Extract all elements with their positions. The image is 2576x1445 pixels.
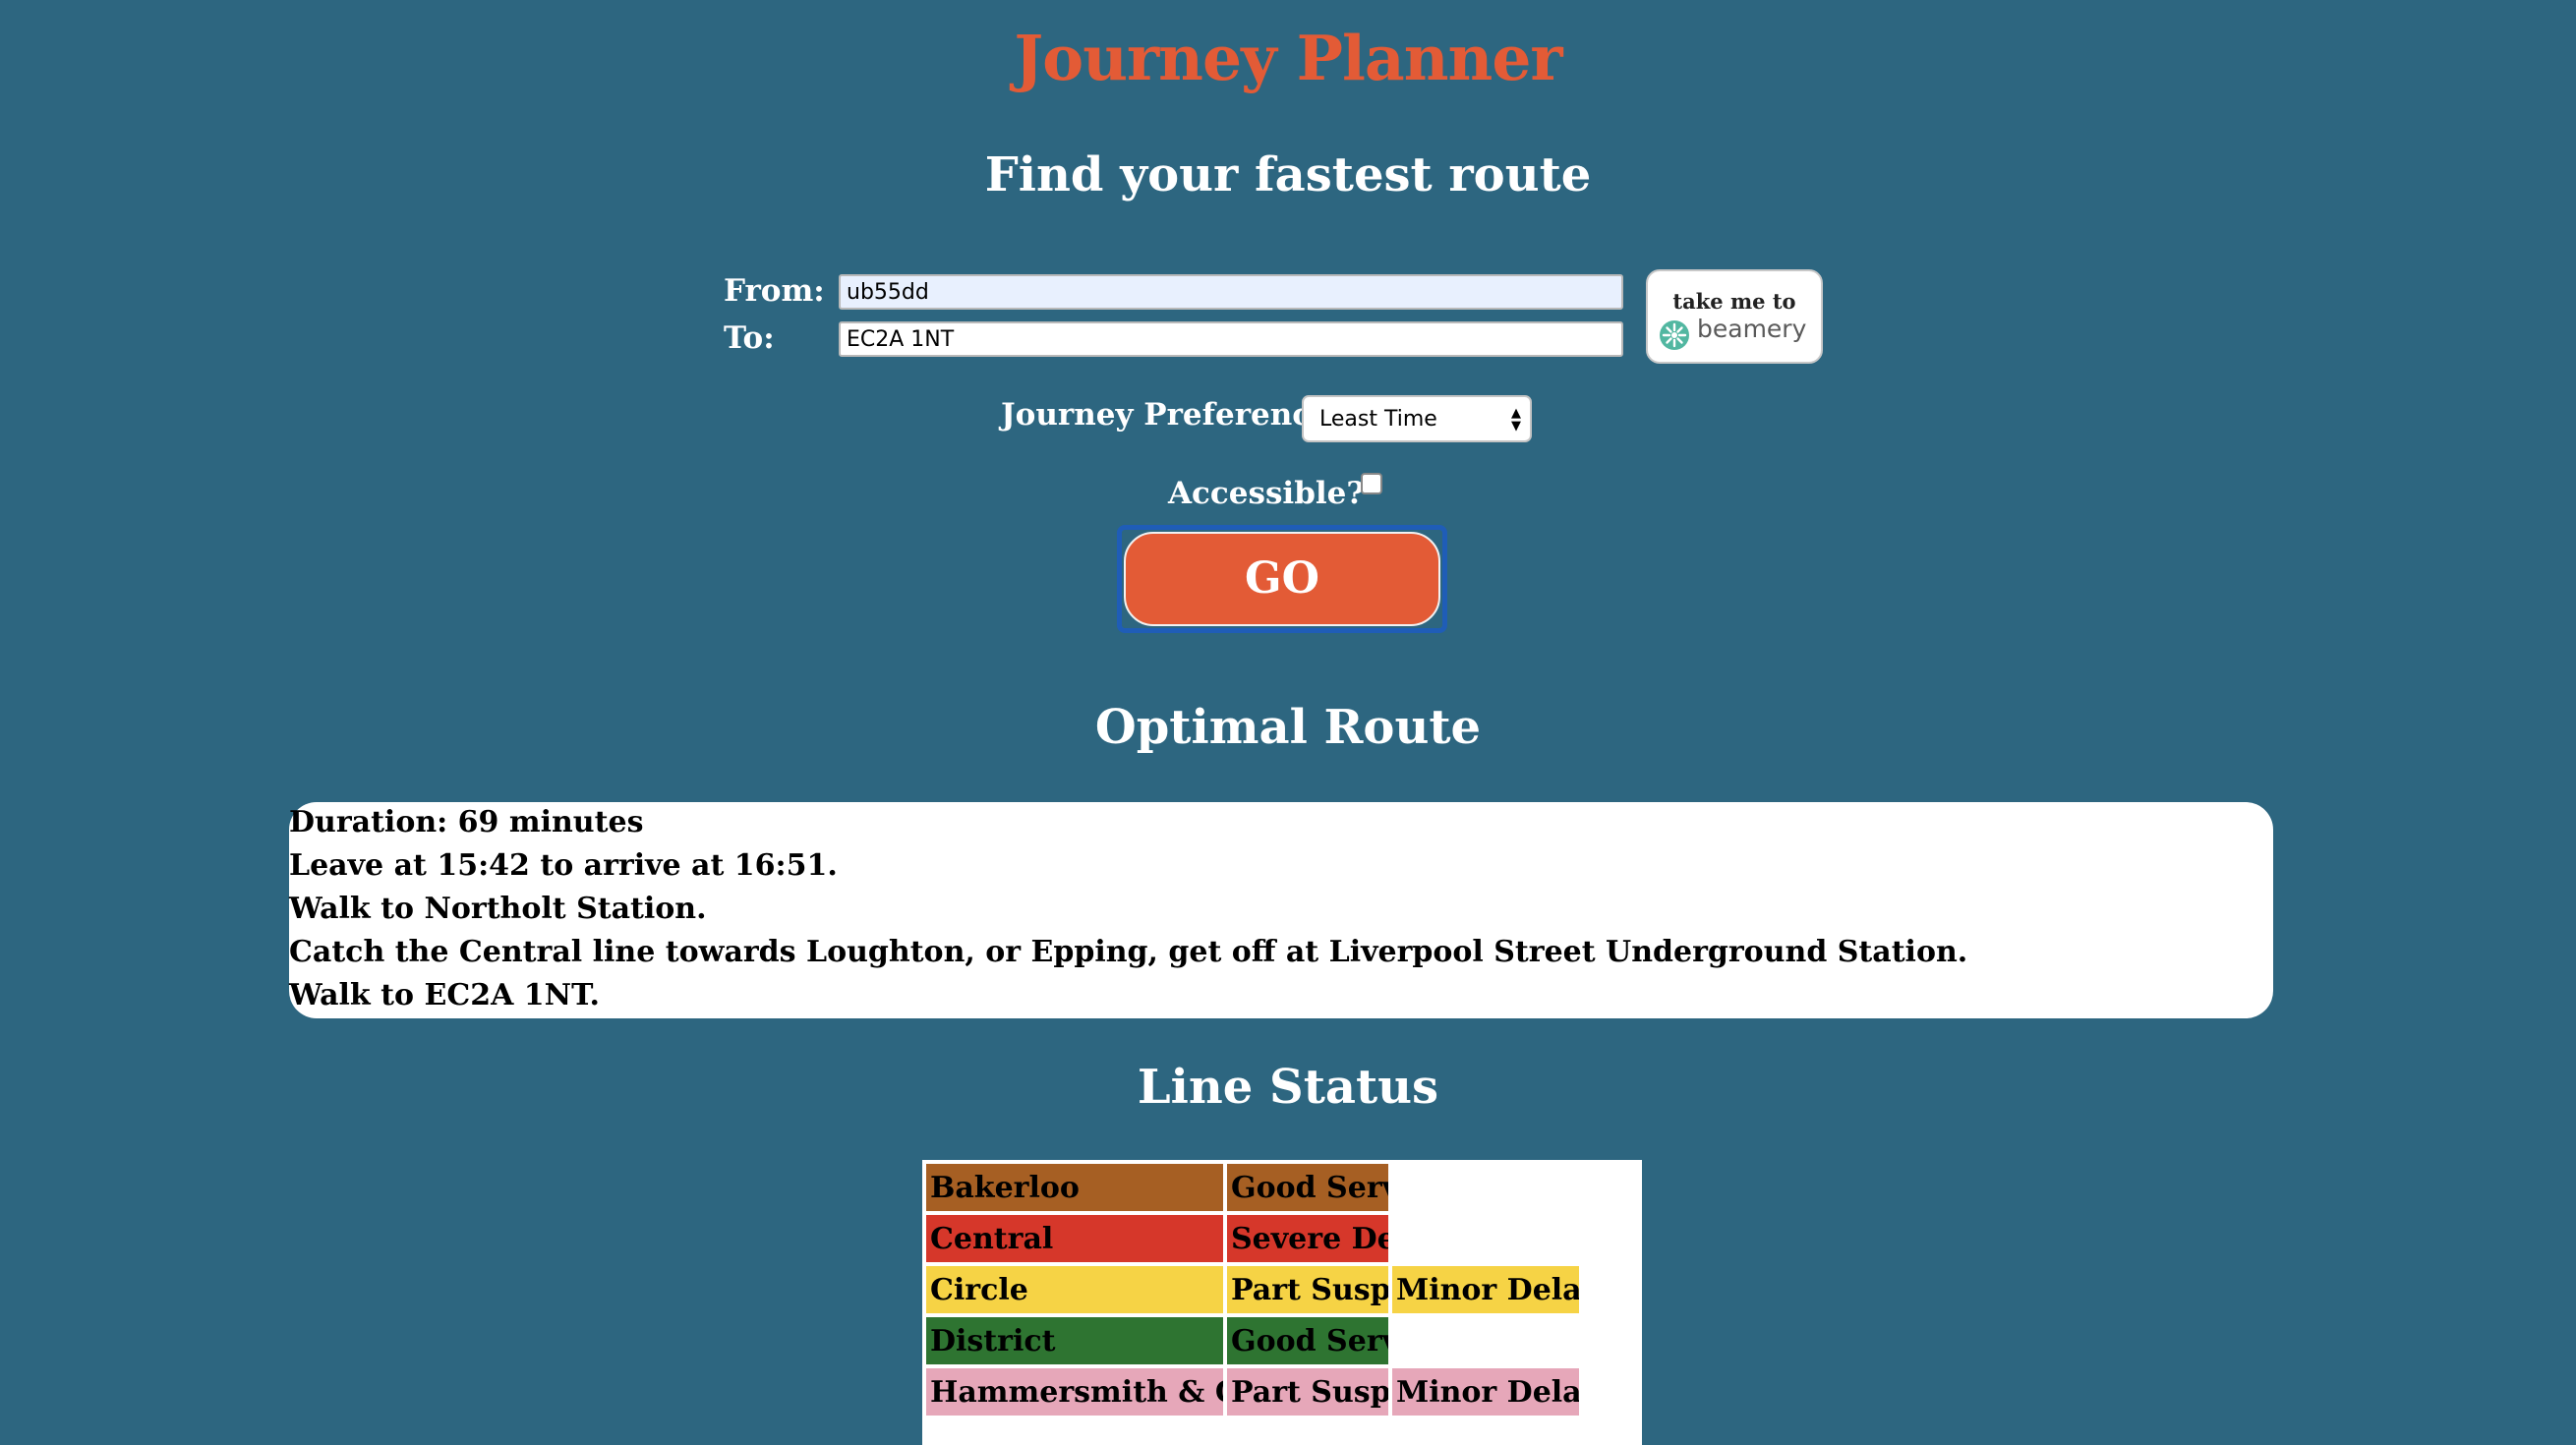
- line-status-table: Bakerloo Good Service Central Severe Del…: [922, 1160, 1642, 1445]
- beamery-wordmark: beamery: [1697, 315, 1807, 343]
- line-name-cell: Central: [926, 1215, 1223, 1262]
- route-step: Walk to EC2A 1NT.: [289, 978, 600, 1012]
- optimal-route-title: Optimal Route: [1094, 700, 1482, 755]
- line-name-cell: Hammersmith & City: [926, 1368, 1223, 1416]
- beamery-button-label: take me to: [1672, 289, 1796, 314]
- to-label: To:: [724, 320, 775, 356]
- line-name-cell: Bakerloo: [926, 1164, 1223, 1211]
- accessible-label: Accessible?: [1168, 476, 1365, 511]
- journey-preference-value: Least Time: [1319, 407, 1437, 432]
- accessible-checkbox[interactable]: [1361, 473, 1382, 494]
- route-times: Leave at 15:42 to arrive at 16:51.: [289, 848, 838, 883]
- line-status-cell: Part Suspended: [1227, 1266, 1388, 1313]
- from-input[interactable]: [839, 274, 1623, 310]
- page-title: Journey Planner: [1014, 22, 1562, 94]
- from-label: From:: [724, 273, 825, 309]
- line-extra-status-cell: Minor Delays: [1392, 1368, 1579, 1416]
- beamery-logo-icon: [1660, 320, 1689, 350]
- journey-preference-select[interactable]: Least Time ▲ ▼: [1302, 395, 1532, 442]
- line-extra-status-cell: Minor Delays: [1392, 1266, 1579, 1313]
- line-name-cell: Circle: [926, 1266, 1223, 1313]
- route-step: Walk to Northolt Station.: [289, 892, 707, 926]
- page-subtitle: Find your fastest route: [984, 147, 1592, 202]
- route-duration: Duration: 69 minutes: [289, 805, 644, 839]
- line-status-title: Line Status: [1137, 1060, 1439, 1115]
- line-status-cell: Good Service: [1227, 1164, 1388, 1211]
- line-status-cell: Part Suspended: [1227, 1368, 1388, 1416]
- line-name-cell: District: [926, 1317, 1223, 1364]
- to-input[interactable]: [839, 321, 1623, 357]
- journey-preference-label: Journey Preference: [1001, 397, 1330, 433]
- beamery-button[interactable]: take me to beamery: [1646, 269, 1823, 364]
- route-step: Catch the Central line towards Loughton,…: [289, 935, 1968, 969]
- line-status-cell: Good Service: [1227, 1317, 1388, 1364]
- route-details: Duration: 69 minutes Leave at 15:42 to a…: [289, 802, 2273, 1018]
- line-status-cell: Severe Delays: [1227, 1215, 1388, 1262]
- go-button[interactable]: GO: [1124, 532, 1440, 626]
- select-arrows-icon: ▲ ▼: [1511, 406, 1521, 434]
